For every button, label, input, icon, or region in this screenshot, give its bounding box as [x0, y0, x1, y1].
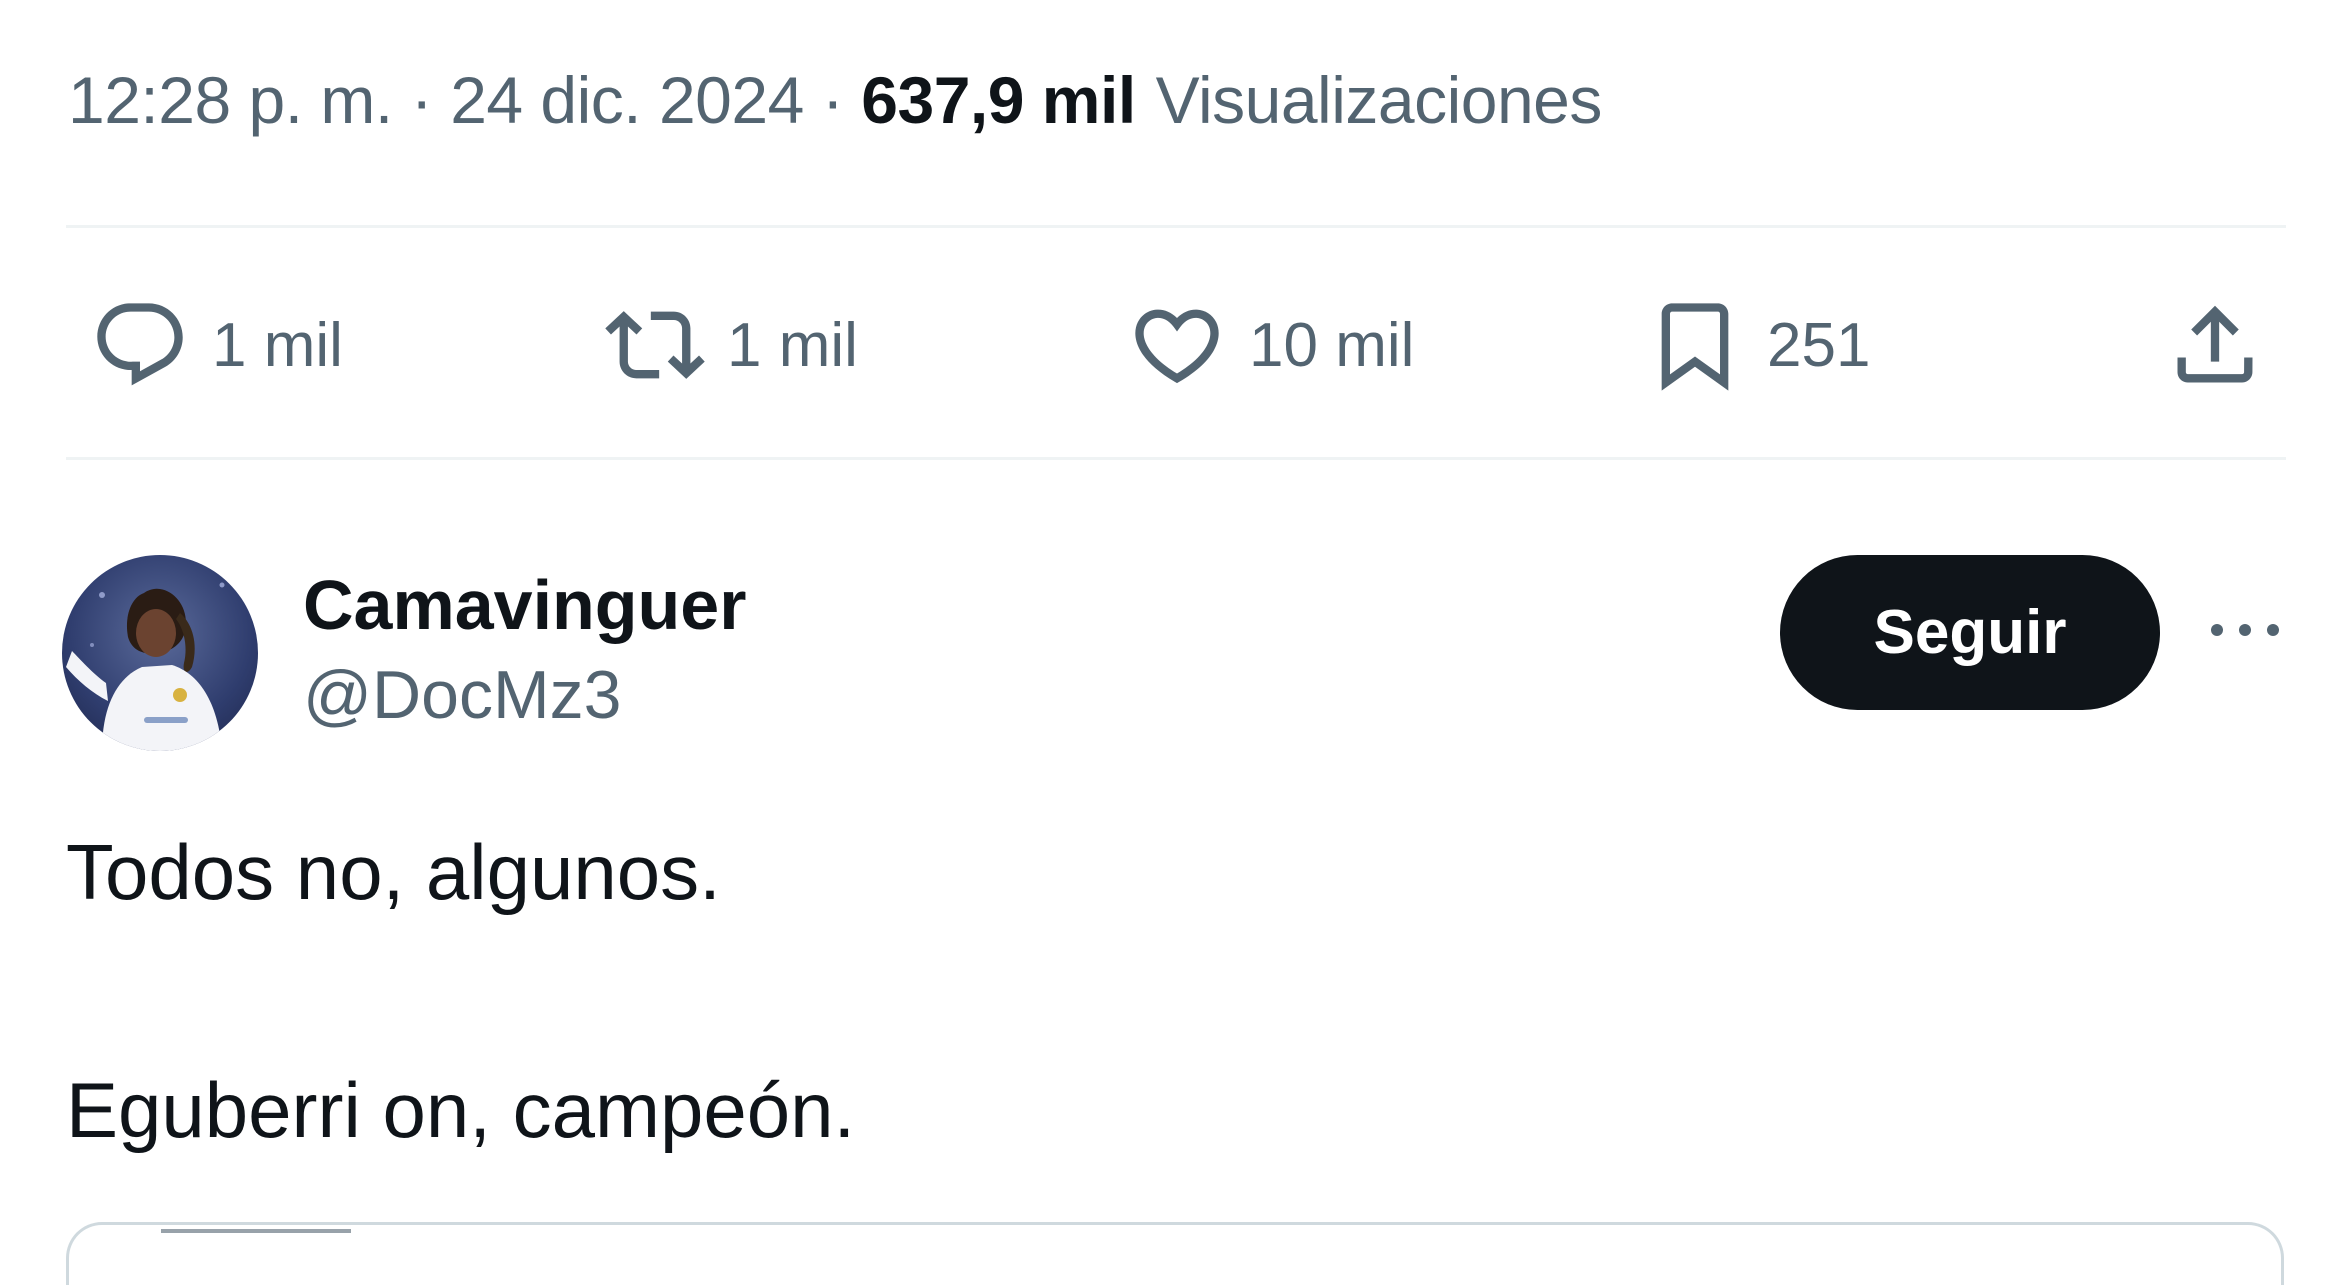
reply-bubble-icon — [97, 303, 183, 386]
meta-separator: · — [821, 63, 844, 137]
bookmark-button[interactable]: 251 — [1645, 285, 1870, 405]
retweet-count: 1 mil — [727, 310, 858, 380]
meta-separator: · — [410, 63, 433, 137]
tweet-meta: 12:28 p. m. · 24 dic. 2024 · 637,9 mil V… — [68, 60, 1602, 140]
embedded-card-edge[interactable] — [66, 1222, 2284, 1285]
share-button[interactable] — [2165, 285, 2265, 405]
retweet-button[interactable]: 1 mil — [605, 285, 858, 405]
tweet-time[interactable]: 12:28 p. m. — [68, 62, 393, 138]
reply-button[interactable]: 1 mil — [90, 285, 343, 405]
retweet-icon — [605, 311, 705, 379]
more-options-button[interactable] — [2200, 585, 2290, 675]
user-names: Camavinguer @DocMz3 — [303, 560, 746, 740]
divider — [66, 225, 2286, 228]
tweet-date[interactable]: 24 dic. 2024 — [450, 62, 804, 138]
avatar-photo — [66, 582, 225, 751]
display-name[interactable]: Camavinguer — [303, 560, 746, 650]
share-upload-icon — [2177, 305, 2253, 383]
tweet-action-bar: 1 mil 1 mil 10 mil 251 — [0, 285, 2350, 405]
bookmark-icon — [1661, 303, 1729, 391]
tweet-text-line: Todos no, algunos. — [66, 828, 721, 916]
more-dots-icon — [2211, 624, 2279, 636]
tweet-text-line: Eguberri on, campeón. — [66, 1066, 856, 1154]
views-count: 637,9 mil — [861, 63, 1136, 137]
heart-icon — [1135, 309, 1219, 384]
follow-button[interactable]: Seguir — [1780, 555, 2160, 710]
views-label: Visualizaciones — [1155, 63, 1603, 137]
divider — [66, 457, 2286, 460]
reply-count: 1 mil — [212, 310, 343, 380]
avatar[interactable] — [62, 555, 258, 751]
user-handle[interactable]: @DocMz3 — [303, 650, 746, 740]
bookmark-count: 251 — [1767, 310, 1871, 380]
like-button[interactable]: 10 mil — [1127, 285, 1414, 405]
like-count: 10 mil — [1249, 310, 1415, 380]
